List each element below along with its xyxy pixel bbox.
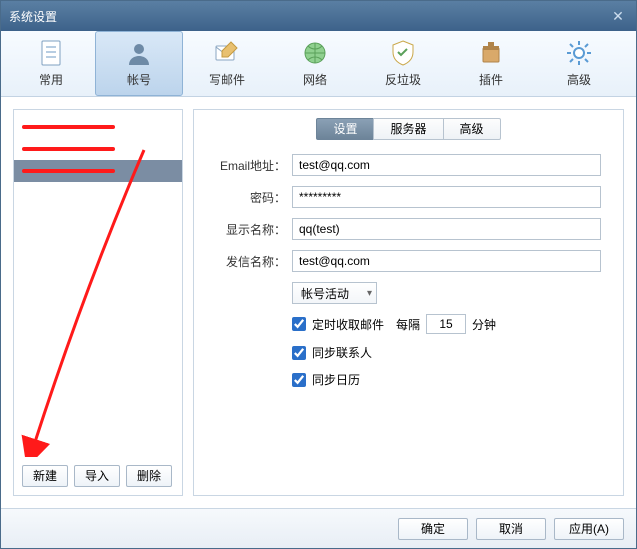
shield-icon [389,39,417,67]
sync-calendar-checkbox[interactable] [292,373,306,387]
tab-advanced[interactable]: 高级 [443,118,501,140]
globe-icon [301,39,329,67]
account-activity-combo[interactable]: 帐号活动 ▾ [292,282,377,304]
interval-field[interactable] [426,314,466,334]
toolbar-account[interactable]: 帐号 [95,31,183,96]
toolbar-label: 常用 [39,71,63,88]
toolbar-label: 帐号 [127,71,151,88]
footer: 确定 取消 应用(A) [1,508,636,548]
timed-fetch-checkbox[interactable] [292,317,306,331]
email-field[interactable] [292,154,601,176]
account-buttons: 新建 导入 删除 [14,457,182,495]
toolbar-label: 高级 [567,71,591,88]
password-field[interactable] [292,186,601,208]
timed-fetch-label: 定时收取邮件 [312,316,384,333]
display-name-field[interactable] [292,218,601,240]
account-item[interactable]: xx(8666) [14,116,182,138]
chevron-down-icon: ▾ [367,288,372,299]
tab-settings[interactable]: 设置 [316,118,374,140]
subtabs: 设置 服务器 高级 [194,118,623,140]
user-icon [125,39,153,67]
combo-label: 帐号活动 [301,285,349,302]
toolbar-label: 写邮件 [209,71,245,88]
account-form: Email地址： 密码： 显示名称： 发信名称： 帐号活动 [194,154,623,398]
sync-calendar-label: 同步日历 [312,371,360,388]
toolbar-compose[interactable]: 写邮件 [183,31,271,96]
main-panel: 设置 服务器 高级 Email地址： 密码： 显示名称： 发信名称： [193,109,624,496]
minutes-label: 分钟 [472,316,496,333]
password-label: 密码： [204,189,286,206]
new-account-button[interactable]: 新建 [22,465,68,487]
import-account-button[interactable]: 导入 [74,465,120,487]
sync-contacts-label: 同步联系人 [312,344,372,361]
close-icon[interactable]: ✕ [608,6,628,26]
account-item-selected[interactable]: qq(xxx 602) [14,160,182,182]
every-label: 每隔 [396,316,420,333]
account-item[interactable]: xx(xxx) [14,138,182,160]
email-label: Email地址： [204,157,286,174]
toolbar-plugins[interactable]: 插件 [447,31,535,96]
gear-icon [565,39,593,67]
delete-account-button[interactable]: 删除 [126,465,172,487]
toolbar-label: 插件 [479,71,503,88]
toolbar-common[interactable]: 常用 [7,31,95,96]
settings-window: 系统设置 ✕ 常用 帐号 写邮件 网络 反垃圾 插件 高级 [0,0,637,549]
toolbar-advanced[interactable]: 高级 [535,31,623,96]
sender-name-label: 发信名称： [204,253,286,270]
sync-contacts-checkbox[interactable] [292,346,306,360]
toolbar-antispam[interactable]: 反垃圾 [359,31,447,96]
cancel-button[interactable]: 取消 [476,518,546,540]
toolbar-label: 反垃圾 [385,71,421,88]
titlebar: 系统设置 ✕ [1,1,636,31]
sender-name-field[interactable] [292,250,601,272]
display-name-label: 显示名称： [204,221,286,238]
body: xx(8666) xx(xxx) qq(xxx 602) 新建 导入 删除 设置… [1,97,636,508]
plugin-icon [477,39,505,67]
account-sidepanel: xx(8666) xx(xxx) qq(xxx 602) 新建 导入 删除 [13,109,183,496]
account-list: xx(8666) xx(xxx) qq(xxx 602) [14,110,182,457]
ok-button[interactable]: 确定 [398,518,468,540]
compose-icon [213,39,241,67]
toolbar-label: 网络 [303,71,327,88]
window-title: 系统设置 [9,8,57,25]
file-icon [37,39,65,67]
apply-button[interactable]: 应用(A) [554,518,624,540]
toolbar-network[interactable]: 网络 [271,31,359,96]
tab-server[interactable]: 服务器 [373,118,443,140]
toolbar: 常用 帐号 写邮件 网络 反垃圾 插件 高级 [1,31,636,97]
